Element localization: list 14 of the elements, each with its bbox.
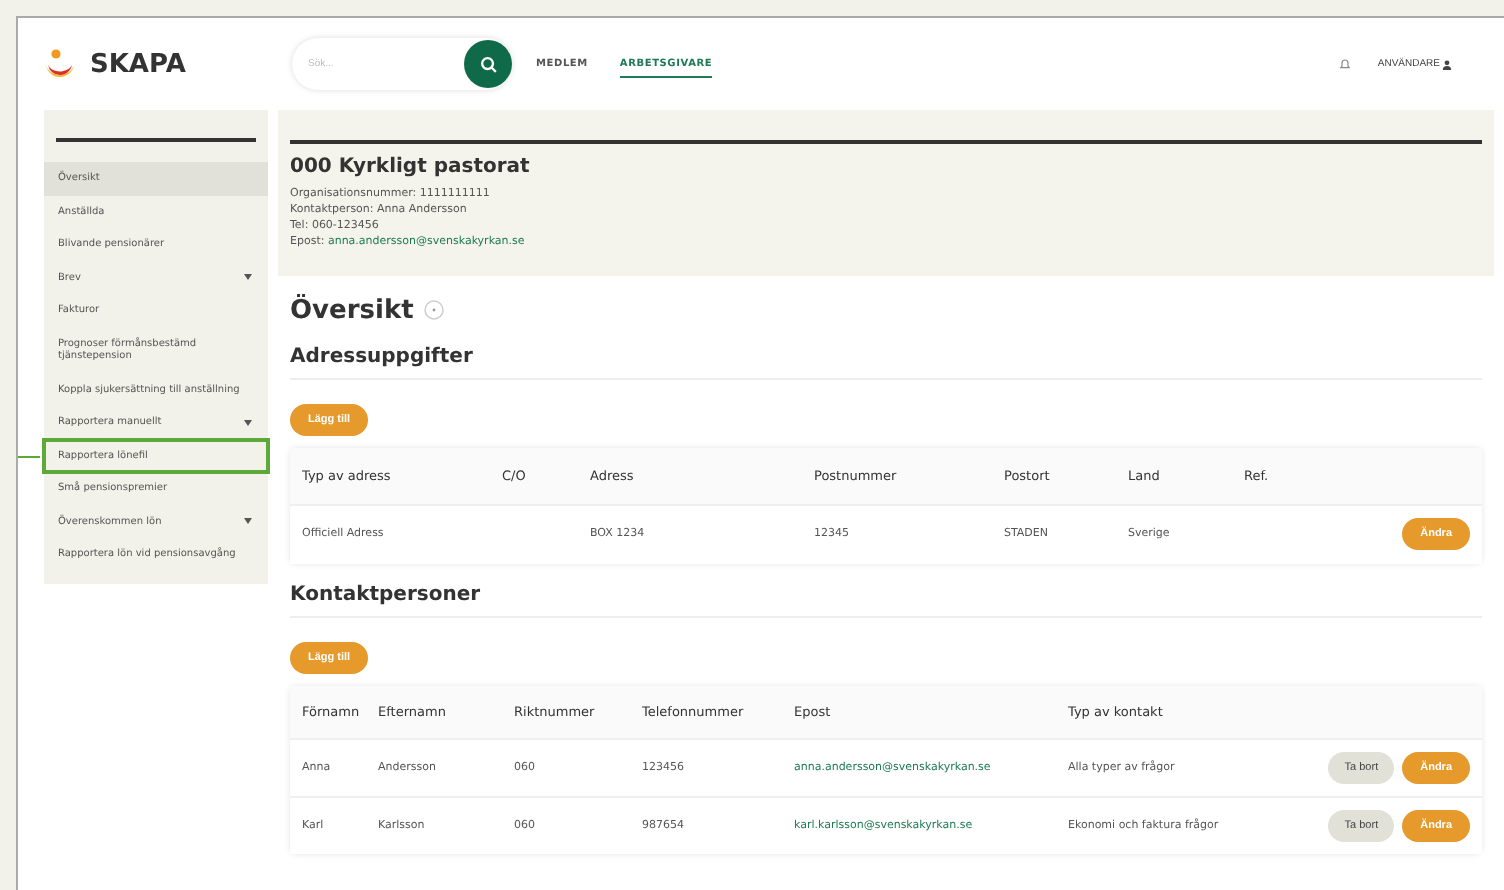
- section-title: Kontaktpersoner: [290, 563, 1482, 618]
- search-icon: [479, 55, 497, 73]
- logo-icon: [42, 46, 78, 82]
- organization-title: 000 Kyrkligt pastorat: [290, 156, 532, 178]
- leader-line: [18, 455, 40, 458]
- caret-icon: [244, 518, 252, 525]
- logo-text: SKAPA: [90, 49, 186, 79]
- page-title: Översikt: [290, 295, 414, 326]
- user-icon: [1442, 59, 1452, 69]
- section-title: Adressuppgifter: [290, 325, 1482, 380]
- caret-icon: [244, 419, 252, 426]
- bell-icon[interactable]: [1339, 58, 1350, 70]
- search-button[interactable]: [464, 40, 512, 88]
- caret-icon: [244, 274, 252, 281]
